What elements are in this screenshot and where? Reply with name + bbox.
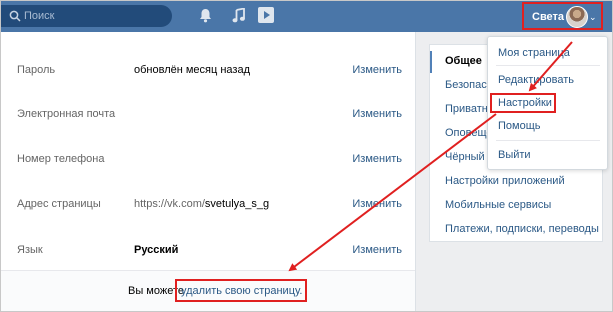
menu-item-settings[interactable]: Настройки [498, 97, 552, 109]
sidebar-item-payments[interactable]: Платежи, подписки, переводы [445, 223, 599, 235]
delete-page-footer: Вы можете удалить свою страницу. [0, 271, 415, 312]
top-bar: Света ⌄ [0, 0, 613, 32]
menu-item-help[interactable]: Помощь [498, 120, 541, 132]
setting-row-language: Язык Русский Изменить [0, 228, 415, 272]
change-email-link[interactable]: Изменить [352, 108, 402, 120]
setting-label: Пароль [17, 64, 56, 76]
change-address-link[interactable]: Изменить [352, 198, 402, 210]
chevron-down-icon: ⌄ [589, 12, 597, 22]
change-language-link[interactable]: Изменить [352, 244, 402, 256]
search-icon [9, 10, 21, 22]
user-dropdown-menu: Моя страница Редактировать Настройки Пом… [487, 36, 608, 170]
menu-item-logout[interactable]: Выйти [498, 149, 531, 161]
setting-row-address: Адрес страницы https://vk.com/svetulya_s… [0, 182, 415, 226]
setting-label: Электронная почта [17, 108, 116, 120]
menu-item-edit[interactable]: Редактировать [498, 74, 574, 86]
user-name: Света [532, 11, 565, 23]
menu-divider [496, 140, 600, 141]
sidebar-item-mobile[interactable]: Мобильные сервисы [445, 199, 551, 211]
setting-value: Русский [134, 244, 179, 256]
setting-row-email: Электронная почта Изменить [0, 92, 415, 136]
sidebar-item-app-settings[interactable]: Настройки приложений [445, 175, 565, 187]
page-address: https://vk.com/svetulya_s_g [134, 198, 269, 210]
url-prefix: https://vk.com/ [134, 198, 205, 210]
search-input[interactable] [24, 8, 164, 24]
setting-value: обновлён месяц назад [134, 64, 251, 76]
setting-label: Номер телефона [17, 153, 105, 165]
menu-item-my-page[interactable]: Моя страница [498, 47, 570, 59]
change-password-link[interactable]: Изменить [352, 64, 402, 76]
search-box[interactable] [0, 5, 172, 27]
sidebar-item-general[interactable]: Общее [445, 55, 482, 67]
music-icon[interactable] [232, 8, 245, 23]
change-phone-link[interactable]: Изменить [352, 153, 402, 165]
setting-row-phone: Номер телефона Изменить [0, 137, 415, 181]
menu-divider [496, 65, 600, 66]
user-menu-button[interactable]: Света ⌄ [522, 2, 603, 30]
setting-label: Адрес страницы [17, 198, 101, 210]
video-icon[interactable] [258, 7, 274, 23]
setting-label: Язык [17, 244, 43, 256]
url-slug: svetulya_s_g [204, 198, 270, 210]
bell-icon[interactable] [199, 8, 212, 23]
delete-page-link[interactable]: удалить свою страницу. [175, 279, 308, 302]
setting-row-password: Пароль обновлён месяц назад Изменить [0, 48, 415, 92]
settings-panel: Пароль обновлён месяц назад Изменить Эле… [0, 32, 416, 312]
avatar [566, 6, 588, 28]
active-indicator [430, 51, 432, 73]
